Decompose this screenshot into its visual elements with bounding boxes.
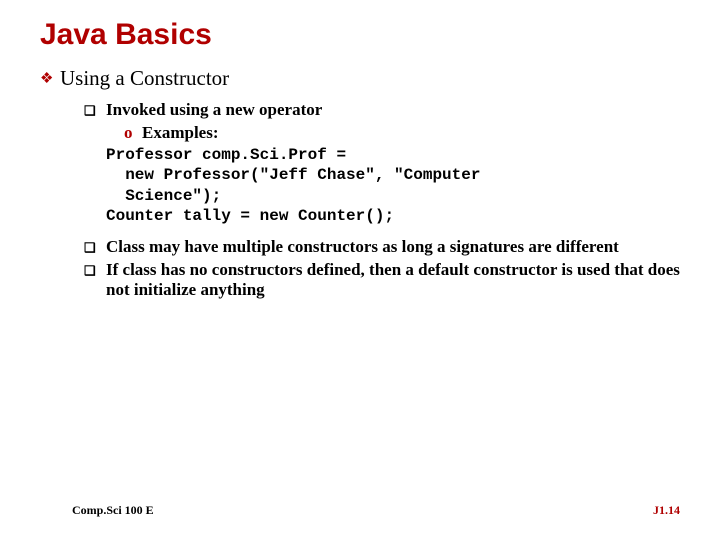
heading-text: Using a Constructor — [60, 66, 680, 92]
slide: Java Basics ❖ Using a Constructor ❑ Invo… — [0, 0, 720, 540]
examples-label: Examples: — [142, 123, 680, 143]
square-bullet-icon: ❑ — [84, 237, 106, 258]
circle-bullet-icon: o — [124, 123, 142, 143]
footer-right: J1.14 — [653, 503, 680, 518]
square-bullet-icon: ❑ — [84, 100, 106, 121]
bullet-level3: o Examples: — [124, 123, 680, 143]
bullet-level2: ❑ If class has no constructors defined, … — [84, 260, 680, 300]
square-bullet-icon: ❑ — [84, 260, 106, 300]
slide-title: Java Basics — [40, 18, 680, 52]
footer-left: Comp.Sci 100 E — [72, 503, 154, 518]
level3-container: o Examples: — [124, 123, 680, 143]
diamond-bullet-icon: ❖ — [40, 66, 60, 92]
code-block: Professor comp.Sci.Prof = new Professor(… — [106, 145, 680, 227]
bullet-level2: ❑ Class may have multiple constructors a… — [84, 237, 680, 258]
bullet-level2: ❑ Invoked using a new operator — [84, 100, 680, 121]
item-text: Invoked using a new operator — [106, 100, 680, 121]
footer: Comp.Sci 100 E J1.14 — [0, 503, 720, 518]
level2-container: ❑ Invoked using a new operator o Example… — [84, 100, 680, 300]
bullet-level1: ❖ Using a Constructor — [40, 66, 680, 92]
item-text: If class has no constructors defined, th… — [106, 260, 680, 300]
item-text: Class may have multiple constructors as … — [106, 237, 680, 258]
